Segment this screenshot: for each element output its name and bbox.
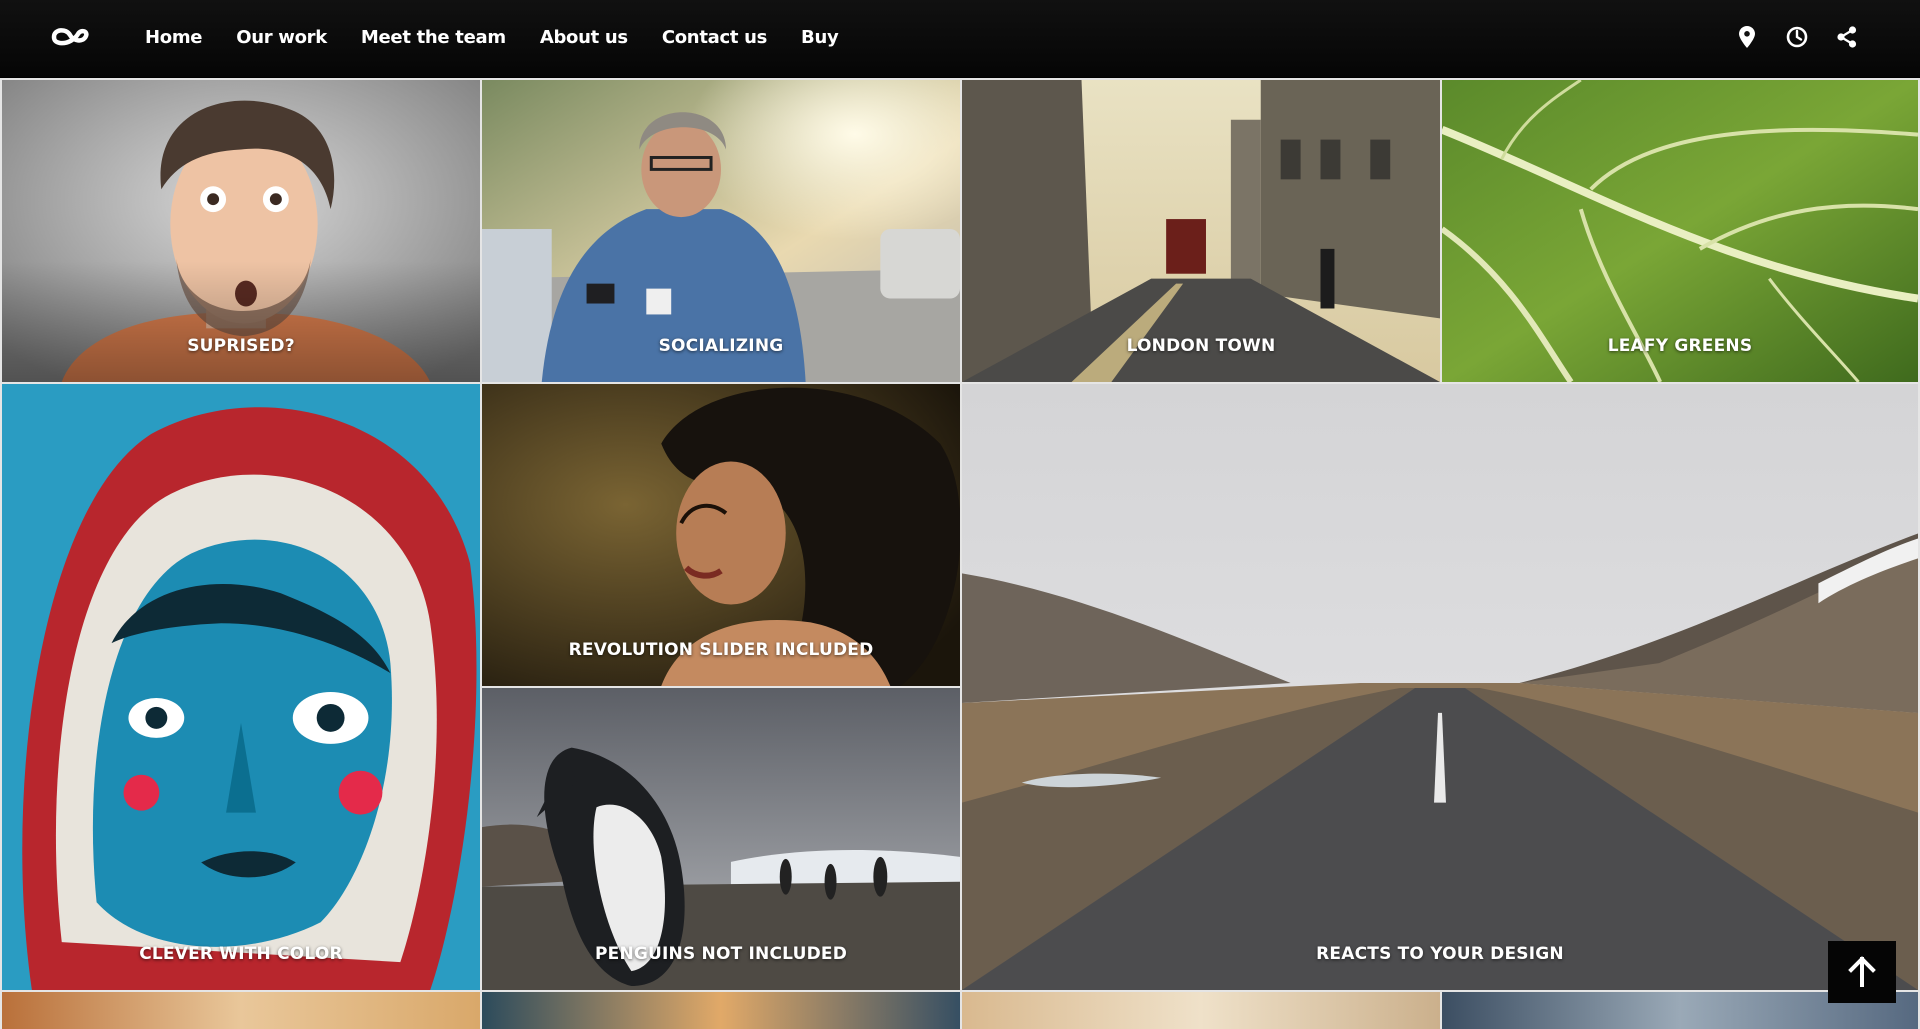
photo-empty-road — [962, 384, 1918, 990]
nav-home-link[interactable]: Home — [145, 27, 203, 48]
gallery-tile-revolution-slider[interactable]: REVOLUTION SLIDER INCLUDED — [480, 382, 962, 688]
arrow-up-icon — [1848, 956, 1876, 987]
gallery-tile-reacts-to-your-design[interactable]: REACTS TO YOUR DESIGN — [960, 382, 1920, 992]
gallery-tile-partial-3[interactable] — [960, 990, 1442, 1029]
gallery-tile-clever-with-color[interactable]: CLEVER WITH COLOR — [0, 382, 482, 992]
logo-icon[interactable] — [50, 24, 92, 50]
nav-contact-us-link[interactable]: Contact us — [662, 27, 768, 48]
header-icons — [1736, 24, 1858, 50]
main-nav: Home Our work Meet the team About us Con… — [145, 0, 872, 74]
tile-caption: LONDON TOWN — [1126, 336, 1276, 356]
gallery-tile-partial-2[interactable] — [480, 990, 962, 1029]
tile-caption: REACTS TO YOUR DESIGN — [1316, 944, 1564, 964]
gallery-tile-penguins[interactable]: PENGUINS NOT INCLUDED — [480, 686, 962, 992]
gallery-grid: SUPRISED? SOCIALIZING LONDON TOWN LEAFY … — [0, 78, 1920, 1029]
map-pin-icon[interactable] — [1736, 24, 1758, 50]
nav-our-work-link[interactable]: Our work — [236, 27, 327, 48]
nav-buy-link[interactable]: Buy — [801, 27, 839, 48]
top-navigation-bar: Home Our work Meet the team About us Con… — [0, 0, 1920, 78]
gallery-tile-socializing[interactable]: SOCIALIZING — [480, 78, 962, 384]
gallery-tile-london-town[interactable]: LONDON TOWN — [960, 78, 1442, 384]
nav-about-us-link[interactable]: About us — [540, 27, 628, 48]
tile-caption: SOCIALIZING — [658, 336, 784, 356]
back-to-top-button[interactable] — [1828, 941, 1896, 1003]
gallery-tile-surprised[interactable]: SUPRISED? — [0, 78, 482, 384]
tile-caption: CLEVER WITH COLOR — [139, 944, 343, 964]
tile-caption: SUPRISED? — [187, 336, 295, 356]
nav-meet-the-team-link[interactable]: Meet the team — [361, 27, 506, 48]
gallery-tile-leafy-greens[interactable]: LEAFY GREENS — [1440, 78, 1920, 384]
photo-graffiti-face — [2, 384, 480, 990]
tile-caption: PENGUINS NOT INCLUDED — [594, 944, 848, 964]
gallery-tile-partial-1[interactable] — [0, 990, 482, 1029]
tile-caption: LEAFY GREENS — [1607, 336, 1753, 356]
share-icon[interactable] — [1836, 24, 1858, 50]
tile-caption: REVOLUTION SLIDER INCLUDED — [568, 640, 874, 660]
clock-icon[interactable] — [1786, 24, 1808, 50]
